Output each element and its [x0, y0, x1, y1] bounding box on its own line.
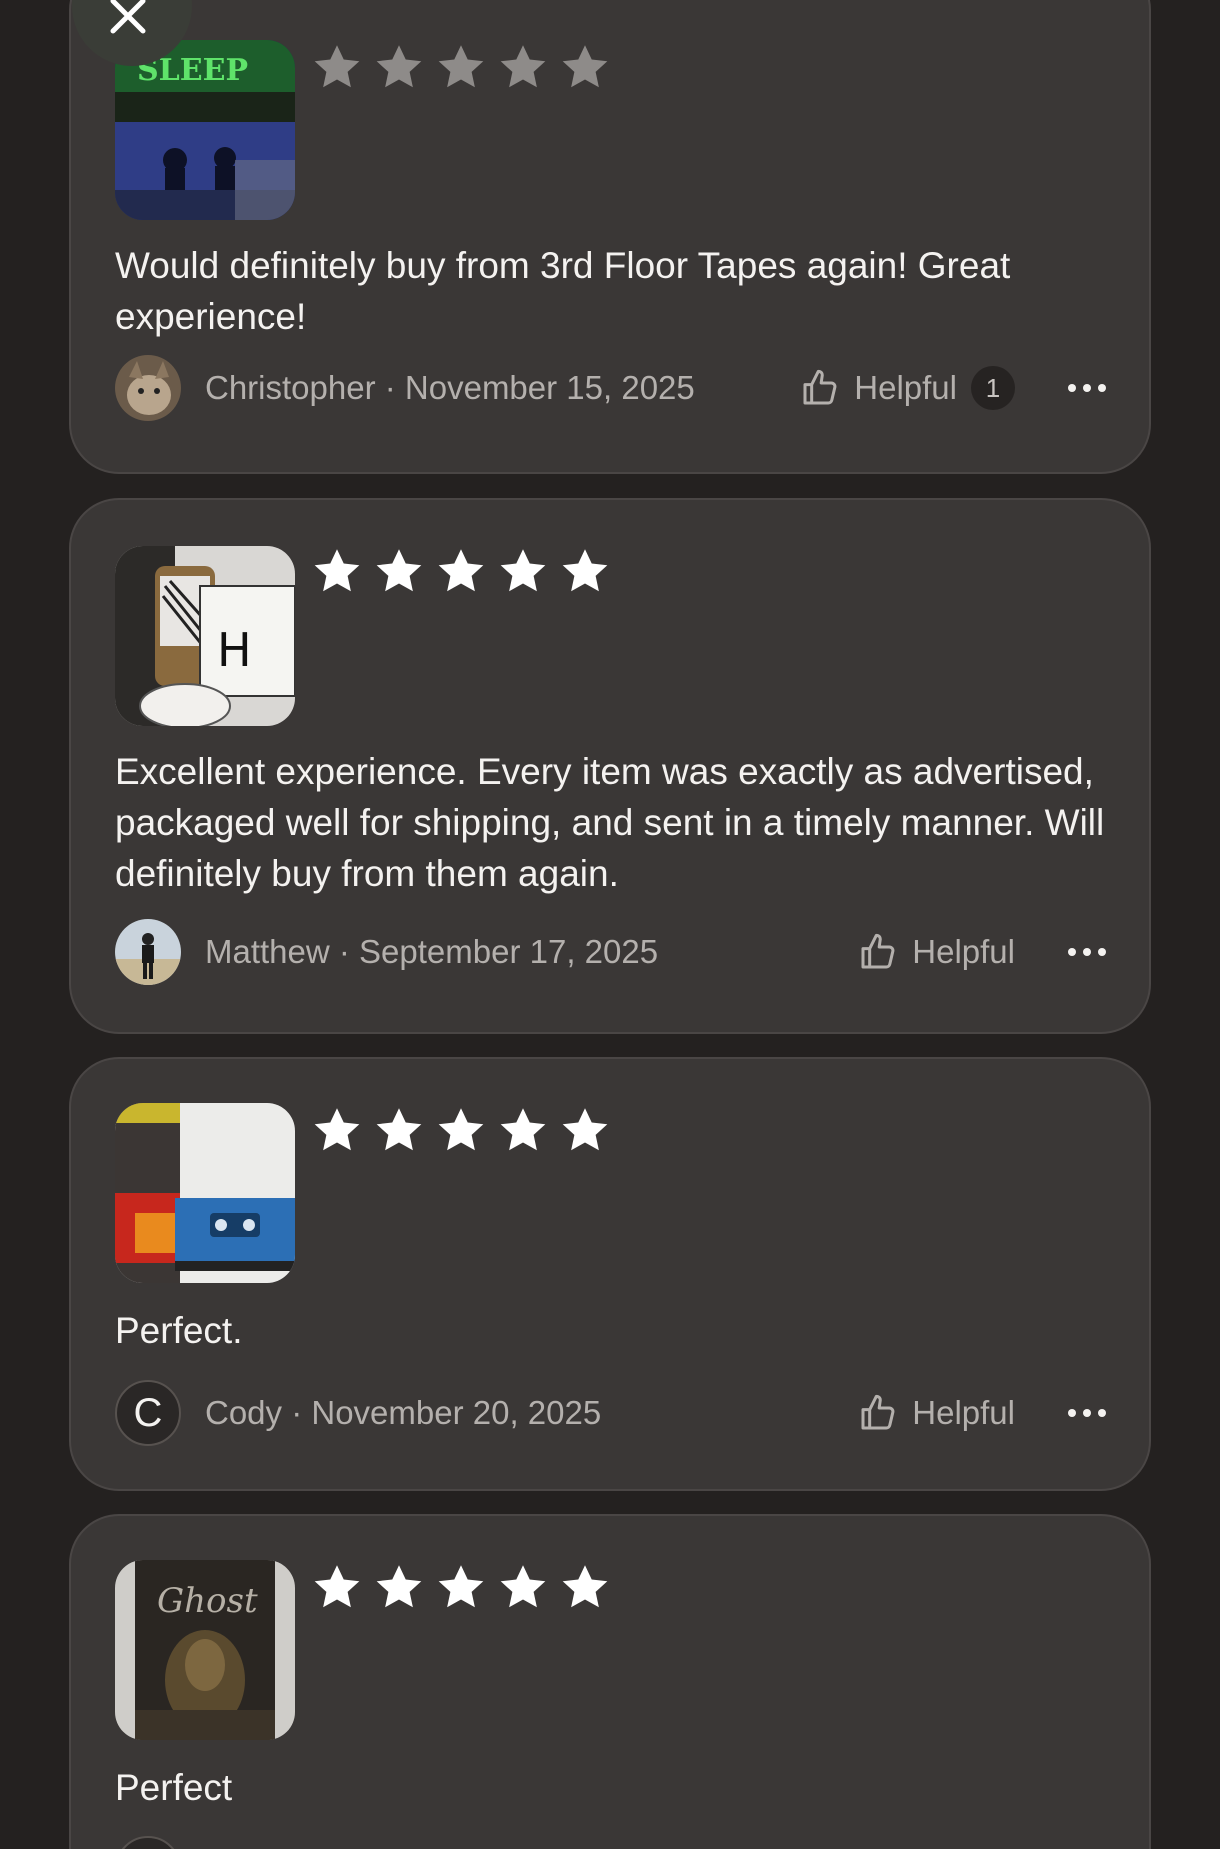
review-photo[interactable]: Ghost [115, 1560, 295, 1740]
reviewer-name-date: Christopher · November 15, 2025 [205, 369, 695, 406]
star-icon [438, 1108, 484, 1151]
star-icon [562, 45, 608, 88]
helpful-button[interactable]: Helpful [858, 932, 1015, 972]
avatar[interactable] [115, 355, 181, 421]
star-rating [311, 42, 611, 94]
review-photo[interactable]: H [115, 546, 295, 726]
review-card: Ghost Perfect [69, 1514, 1151, 1849]
product-photo-image: H [115, 546, 295, 726]
person-avatar-image [115, 919, 181, 985]
star-icon [500, 45, 546, 88]
thumbs-up-icon [861, 933, 895, 969]
star-rating [311, 1105, 611, 1157]
star-icon [314, 45, 360, 88]
helpful-count-badge: 1 [971, 366, 1015, 410]
reviewer-name-date: Matthew · September 17, 2025 [205, 933, 659, 970]
thumbs-up-icon [861, 1394, 895, 1430]
review-text: Perfect. [115, 1310, 243, 1351]
more-dots-icon [1068, 948, 1106, 956]
star-rating [311, 1562, 611, 1614]
helpful-label: Helpful [912, 1394, 1015, 1431]
star-icon [500, 1565, 546, 1608]
cassette-photo-image [115, 1103, 295, 1283]
star-icon [376, 1108, 422, 1151]
star-icon [376, 45, 422, 88]
helpful-label: Helpful [912, 933, 1015, 970]
star-icon [314, 1565, 360, 1608]
more-options-button[interactable] [1065, 366, 1109, 410]
review-text: Perfect [115, 1767, 233, 1808]
star-icon [500, 549, 546, 592]
avatar[interactable] [115, 919, 181, 985]
star-icon [376, 549, 422, 592]
more-dots-icon [1068, 384, 1106, 392]
star-icon [438, 45, 484, 88]
album-cover-image: Ghost [115, 1560, 295, 1740]
helpful-button[interactable]: Helpful 1 [800, 366, 1015, 410]
review-photo[interactable] [115, 1103, 295, 1283]
more-dots-icon [1068, 1409, 1106, 1417]
review-meta: C Cody · November 20, 2025 Helpful [115, 1379, 1109, 1447]
review-text: Would definitely buy from 3rd Floor Tape… [115, 245, 1011, 337]
star-icon [562, 1108, 608, 1151]
star-icon [438, 549, 484, 592]
star-icon [314, 1108, 360, 1151]
review-card: SLEEP Would definitely buy from 3rd Floo… [69, 0, 1151, 474]
cat-avatar-image [115, 355, 181, 421]
review-card: H Excellent experience. Every item was e… [69, 498, 1151, 1034]
review-card: Perfect. C Cody · November 20, 2025 Help… [69, 1057, 1151, 1491]
star-icon [500, 1108, 546, 1151]
thumbs-up-icon [803, 369, 837, 405]
avatar[interactable]: C [115, 1380, 181, 1446]
star-icon [376, 1565, 422, 1608]
more-options-button[interactable] [1065, 930, 1109, 974]
review-meta: Matthew · September 17, 2025 Helpful [115, 918, 1109, 986]
avatar[interactable] [115, 1836, 181, 1849]
star-icon [314, 549, 360, 592]
star-rating [311, 546, 611, 598]
reviewer-name-date: Cody · November 20, 2025 [205, 1394, 602, 1431]
helpful-button[interactable]: Helpful [858, 1393, 1015, 1433]
helpful-label: Helpful [854, 369, 957, 406]
svg-text:Ghost: Ghost [157, 1581, 258, 1621]
review-text: Excellent experience. Every item was exa… [115, 751, 1105, 894]
more-options-button[interactable] [1065, 1391, 1109, 1435]
star-icon [438, 1565, 484, 1608]
close-icon [110, 0, 146, 34]
star-icon [562, 1565, 608, 1608]
reviews-screen: SLEEP Would definitely buy from 3rd Floo… [0, 0, 1220, 1849]
album-cover-image: SLEEP [115, 40, 295, 220]
svg-text:H: H [217, 623, 252, 677]
star-icon [562, 549, 608, 592]
review-photo[interactable]: SLEEP [115, 40, 295, 220]
review-meta: Christopher · November 15, 2025 Helpful … [115, 354, 1109, 422]
